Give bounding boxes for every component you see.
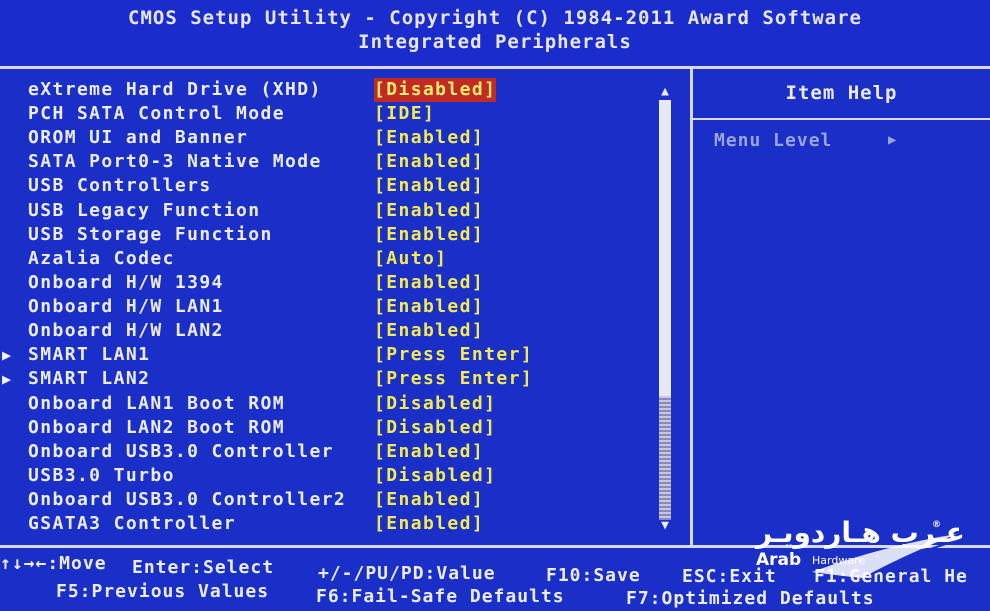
setting-value[interactable]: [Press Enter] (374, 367, 533, 391)
scroll-up-icon[interactable]: ▲ (658, 84, 672, 99)
setting-name: Onboard LAN2 Boot ROM (28, 417, 285, 438)
setting-value-selected[interactable]: [Disabled] (374, 78, 497, 102)
setting-name: OROM UI and Banner (28, 127, 249, 148)
setting-name: USB Legacy Function (28, 200, 261, 221)
setting-value[interactable]: [Enabled] (374, 488, 484, 512)
legend-enter: Enter:Select (132, 557, 275, 578)
scrollbar-thumb[interactable] (659, 100, 671, 396)
setting-value[interactable]: [Enabled] (374, 319, 484, 343)
title-bar: CMOS Setup Utility - Copyright (C) 1984-… (0, 0, 990, 62)
legend-move: ↑↓→←:Move (0, 553, 107, 574)
setting-name: Onboard USB3.0 Controller (28, 441, 334, 462)
setting-value[interactable]: [IDE] (374, 102, 435, 126)
menu-row[interactable]: USB Legacy Function [Enabled] (0, 199, 690, 223)
menu-row[interactable]: USB Controllers [Enabled] (0, 174, 690, 198)
item-help-title: Item Help (785, 82, 898, 104)
menu-row[interactable]: USB3.0 Turbo [Disabled] (0, 464, 690, 488)
menu-row[interactable]: eXtreme Hard Drive (XHD) [Disabled] (0, 78, 690, 102)
setting-value[interactable]: [Enabled] (374, 295, 484, 319)
setting-name: Onboard H/W 1394 (28, 272, 224, 293)
menu-row[interactable]: GSATA3 Controller [Enabled] (0, 512, 690, 536)
setting-value[interactable]: [Enabled] (374, 512, 484, 536)
menu-row[interactable]: Onboard LAN1 Boot ROM [Disabled] (0, 392, 690, 416)
menu-level-label: Menu Level (714, 130, 833, 151)
menu-row[interactable]: OROM UI and Banner [Enabled] (0, 126, 690, 150)
watermark-registered-icon: ® (932, 520, 941, 530)
menu-row[interactable]: Onboard USB3.0 Controller2 [Enabled] (0, 488, 690, 512)
menu-row[interactable]: SATA Port0-3 Native Mode [Enabled] (0, 150, 690, 174)
setting-name: GSATA3 Controller (28, 513, 237, 534)
setting-value[interactable]: [Enabled] (374, 199, 484, 223)
setting-name: SMART LAN1 (28, 344, 151, 365)
setting-name: Onboard H/W LAN2 (28, 320, 224, 341)
submenu-arrow-icon: ▶ (2, 370, 12, 388)
legend-value: +/-/PU/PD:Value (318, 563, 496, 584)
submenu-arrow-icon: ▶ (2, 346, 12, 364)
setting-value[interactable]: [Enabled] (374, 174, 484, 198)
setting-name: USB3.0 Turbo (28, 465, 175, 486)
utility-title: CMOS Setup Utility - Copyright (C) 1984-… (128, 7, 862, 29)
menu-level-arrow-icon: ▶ (888, 132, 897, 148)
help-separator (693, 118, 990, 120)
setting-value[interactable]: [Enabled] (374, 150, 484, 174)
menu-row[interactable]: PCH SATA Control Mode [IDE] (0, 102, 690, 126)
setting-name: SATA Port0-3 Native Mode (28, 151, 322, 172)
setting-name: eXtreme Hard Drive (XHD) (28, 79, 322, 100)
legend-previous-values: F5:Previous Values (56, 581, 270, 602)
watermark-latin-text: Arab (756, 550, 802, 570)
menu-row[interactable]: Onboard H/W 1394 [Enabled] (0, 271, 690, 295)
scrollbar-remaining (659, 396, 671, 520)
menu-row[interactable]: Onboard H/W LAN2 [Enabled] (0, 319, 690, 343)
setting-name: PCH SATA Control Mode (28, 103, 285, 124)
legend-failsafe-defaults: F6:Fail-Safe Defaults (316, 586, 565, 607)
setting-value[interactable]: [Disabled] (374, 392, 496, 416)
setting-name: SMART LAN2 (28, 368, 151, 389)
menu-row[interactable]: Onboard H/W LAN1 [Enabled] (0, 295, 690, 319)
watermark-latin-small: Hardware (812, 554, 866, 567)
setting-name: Onboard LAN1 Boot ROM (28, 393, 285, 414)
frame-divider (690, 66, 693, 548)
menu-row[interactable]: ▶ SMART LAN2 [Press Enter] (0, 367, 690, 391)
setting-name: USB Storage Function (28, 224, 273, 245)
setting-value[interactable]: [Auto] (374, 247, 447, 271)
watermark-logo: عـرب هـاردويـر Arab Hardware ® (752, 516, 967, 586)
setting-value[interactable]: [Enabled] (374, 440, 484, 464)
setting-name: Onboard USB3.0 Controller2 (28, 489, 347, 510)
menu-row[interactable]: Onboard LAN2 Boot ROM [Disabled] (0, 416, 690, 440)
setting-value[interactable]: [Enabled] (374, 126, 484, 150)
setting-value[interactable]: [Disabled] (374, 464, 496, 488)
menu-row[interactable]: Azalia Codec [Auto] (0, 247, 690, 271)
scroll-down-icon[interactable]: ▼ (658, 518, 672, 533)
page-title: Integrated Peripherals (358, 31, 632, 53)
setting-name: Onboard H/W LAN1 (28, 296, 224, 317)
setting-value[interactable]: [Enabled] (374, 223, 484, 247)
legend-optimized-defaults: F7:Optimized Defaults (626, 588, 875, 609)
setting-value[interactable]: [Enabled] (374, 271, 484, 295)
setting-value[interactable]: [Press Enter] (374, 343, 533, 367)
menu-row[interactable]: Onboard USB3.0 Controller [Enabled] (0, 440, 690, 464)
setting-name: USB Controllers (28, 175, 212, 196)
setting-value[interactable]: [Disabled] (374, 416, 496, 440)
frame-top-border (0, 66, 990, 69)
menu-row[interactable]: ▶ SMART LAN1 [Press Enter] (0, 343, 690, 367)
setting-name: Azalia Codec (28, 248, 175, 269)
menu-row[interactable]: USB Storage Function [Enabled] (0, 223, 690, 247)
